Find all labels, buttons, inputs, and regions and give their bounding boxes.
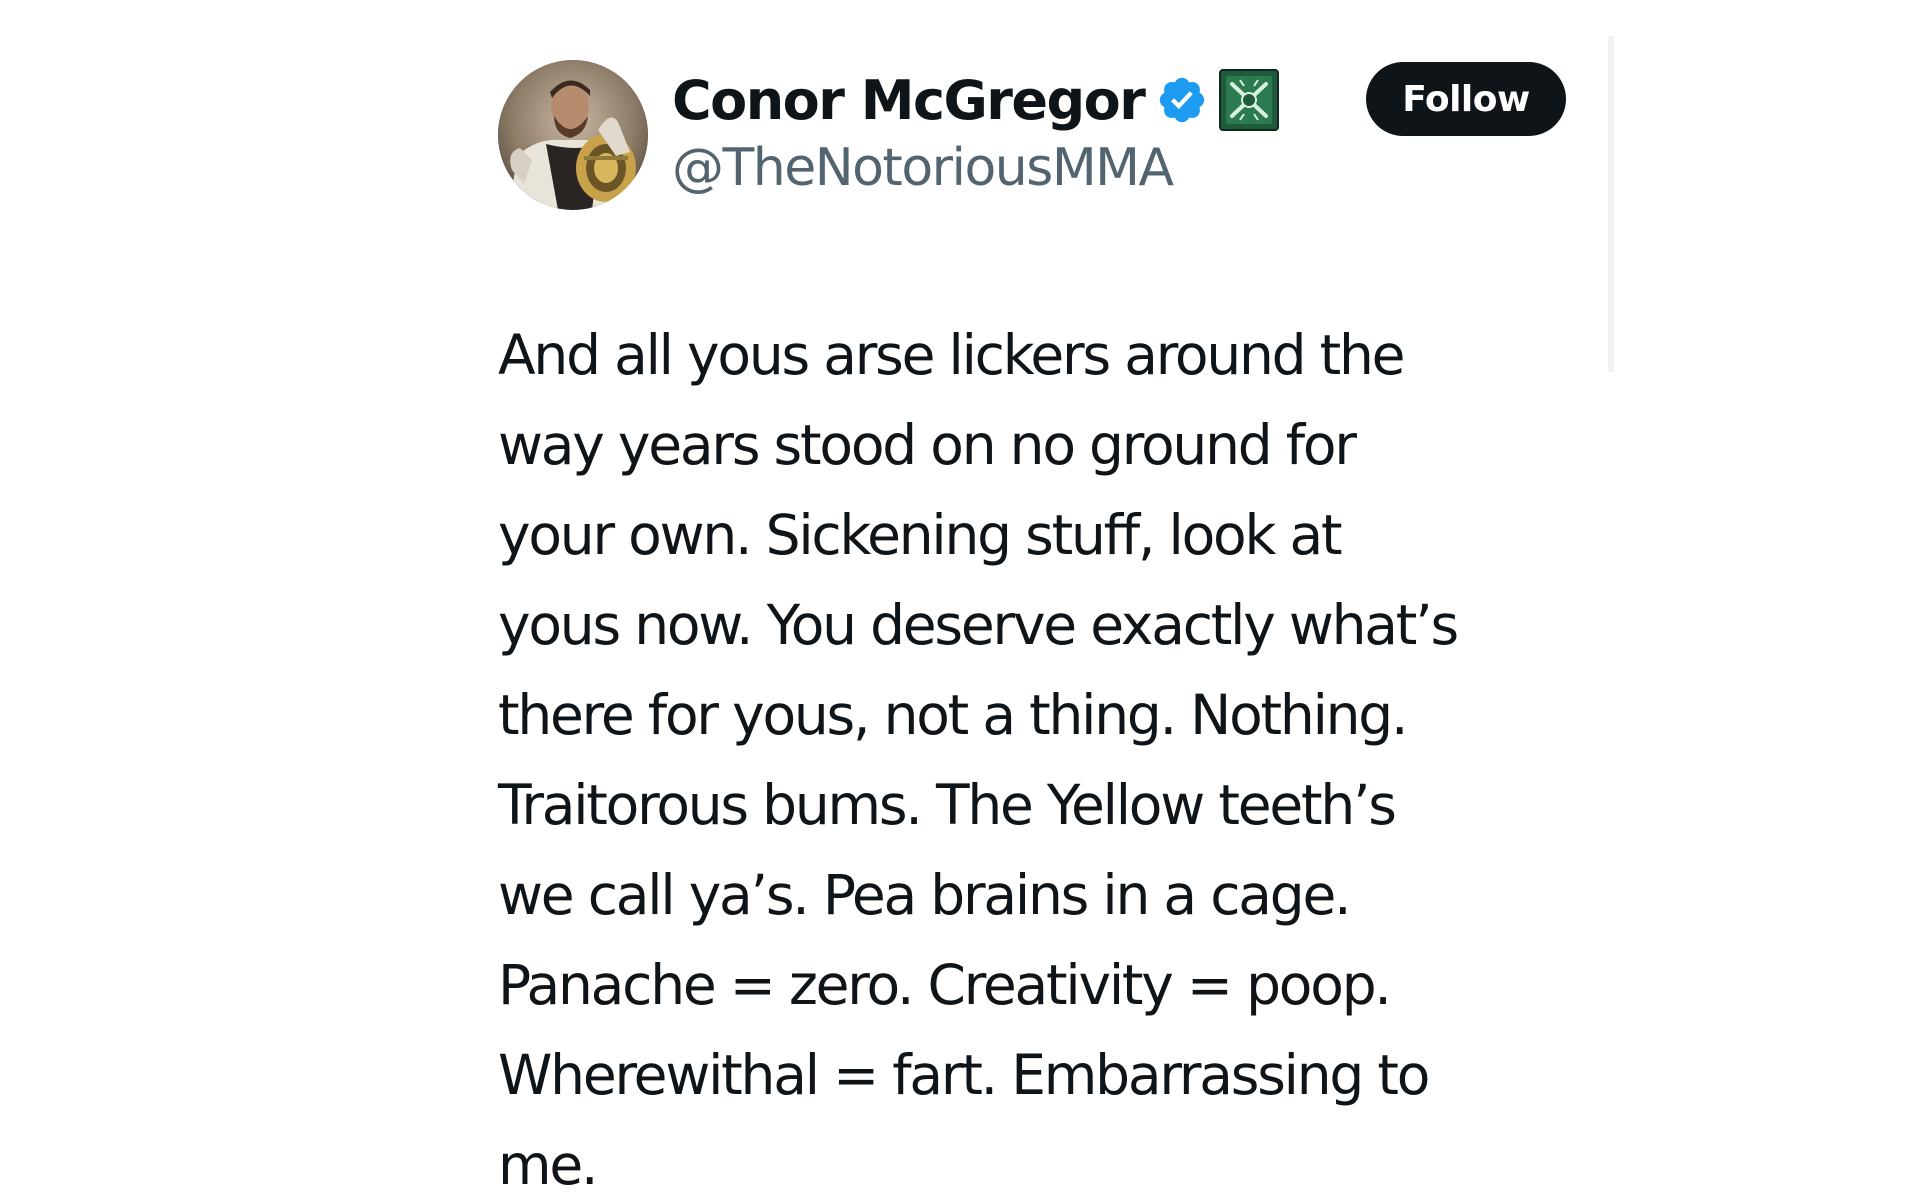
tweet-text-line: there for yous, not a thing. Nothing. <box>498 683 1409 747</box>
display-name[interactable]: Conor McGregor <box>672 69 1146 132</box>
tweet-text-line: way years stood on no ground for <box>498 413 1357 477</box>
tweet-text-line: yous now. You deserve exactly what’s <box>498 593 1459 657</box>
tweet-text: And all yous arse lickers around the way… <box>498 310 1608 1200</box>
tweet-text-line: Panache = zero. Creativity = poop. <box>498 953 1392 1017</box>
tweet-text-line: And all yous arse lickers around the <box>498 323 1406 387</box>
tweet-text-line: me. <box>498 1133 599 1197</box>
name-row: Conor McGregor <box>672 64 1280 136</box>
avatar[interactable] <box>498 60 648 210</box>
tweet-text-line: your own. Sickening stuff, look at <box>498 503 1343 567</box>
tweet-header: Conor McGregor @TheNotoriousMMA Follow <box>498 58 1608 218</box>
follow-button[interactable]: Follow <box>1366 62 1566 136</box>
verified-badge-icon[interactable] <box>1156 74 1208 126</box>
user-block: Conor McGregor @TheNotoriousMMA <box>672 64 1280 198</box>
page: Conor McGregor @TheNotoriousMMA Follow A… <box>0 0 1920 1200</box>
tweet-text-line: Wherewithal = fart. Embarrassing to <box>498 1043 1430 1107</box>
affiliate-badge-icon[interactable] <box>1218 68 1280 132</box>
tweet-card: Conor McGregor @TheNotoriousMMA Follow A… <box>498 58 1608 1197</box>
avatar-photo <box>498 60 648 210</box>
column-divider <box>1608 36 1614 372</box>
tweet-text-line: we call ya’s. Pea brains in a cage. <box>498 863 1352 927</box>
tweet-text-line: Traitorous bums. The Yellow teeth’s <box>498 773 1397 837</box>
user-handle[interactable]: @TheNotoriousMMA <box>672 138 1280 198</box>
